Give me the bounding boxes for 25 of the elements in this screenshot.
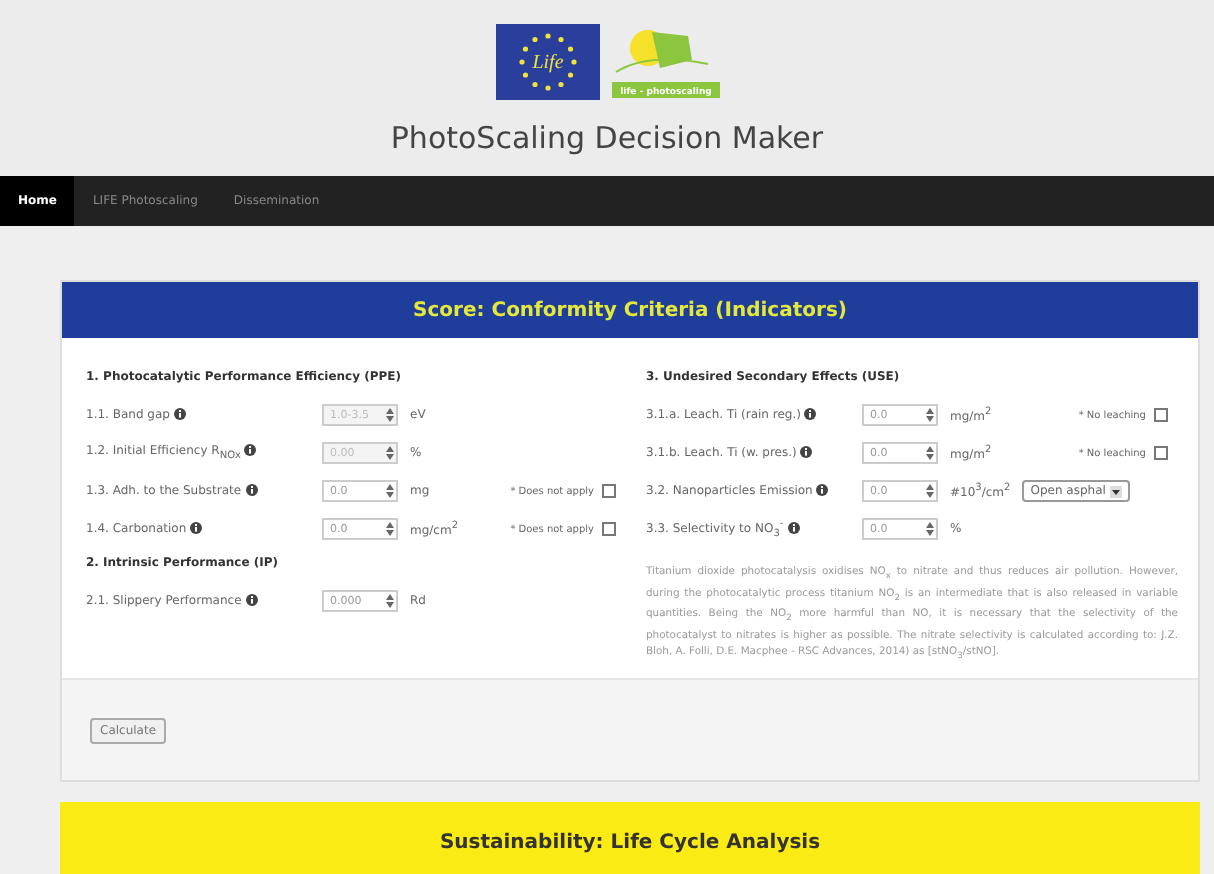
spinner-icon[interactable]	[924, 520, 936, 538]
checkbox[interactable]	[1154, 408, 1168, 422]
info-icon	[816, 484, 829, 497]
info-icon	[804, 408, 817, 421]
checkbox[interactable]	[602, 522, 616, 536]
section-title: Sustainability: Life Cycle Analysis	[60, 802, 1200, 874]
info-icon	[245, 594, 258, 607]
caret-icon	[1109, 485, 1122, 497]
card-title: Score: Conformity Criteria (Indicators)	[62, 282, 1198, 338]
info-icon	[800, 446, 813, 459]
spinner-icon[interactable]	[924, 482, 936, 500]
app-title: PhotoScaling Decision Maker	[390, 120, 824, 156]
spinner-icon[interactable]	[924, 406, 936, 424]
info-icon	[245, 484, 258, 497]
info-icon	[787, 522, 800, 535]
spinner-icon[interactable]	[384, 482, 396, 500]
spinner-icon[interactable]	[384, 520, 396, 538]
spinner-icon[interactable]	[384, 592, 396, 610]
eu-flag-logo: Life	[495, 24, 599, 100]
info-icon	[173, 408, 186, 421]
info-icon	[244, 444, 257, 457]
spinner-icon[interactable]	[924, 444, 936, 462]
checkbox[interactable]	[602, 484, 616, 498]
info-icon	[190, 522, 203, 535]
checkbox[interactable]	[1154, 446, 1168, 460]
